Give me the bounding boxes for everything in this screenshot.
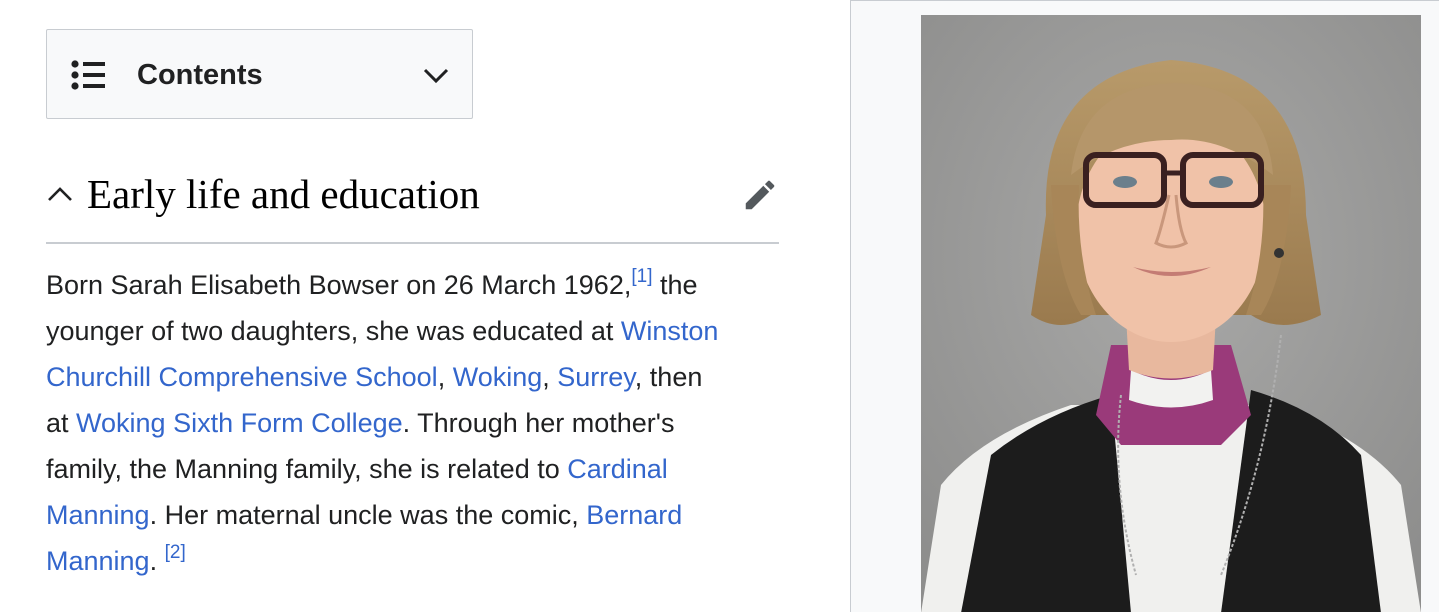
article-page: Contents Early life and education Born S…	[0, 0, 1439, 612]
paragraph-line: Churchill Comprehensive School, Woking , …	[46, 354, 779, 400]
text: ,	[437, 362, 453, 392]
paragraph-line: Born Sarah Elisabeth Bowser on 26 March …	[46, 262, 779, 308]
link-surrey[interactable]: Surrey	[557, 362, 635, 392]
link-woking[interactable]: Woking	[453, 362, 543, 392]
text: the	[652, 270, 698, 300]
paragraph-line: family, the Manning family, she is relat…	[46, 446, 779, 492]
link-bernard-manning[interactable]: Manning	[46, 546, 150, 576]
paragraph-line: younger of two daughters, she was educat…	[46, 308, 779, 354]
contents-toggle-button[interactable]: Contents	[46, 29, 473, 119]
reference-link[interactable]: [1]	[631, 266, 652, 287]
chevron-up-icon[interactable]	[46, 184, 74, 206]
infobox	[850, 0, 1439, 612]
list-bullet-icon	[71, 60, 105, 90]
section-heading: Early life and education	[46, 166, 779, 244]
link-winston-churchill-school[interactable]: Churchill Comprehensive School	[46, 362, 438, 392]
text: . Through her mother's	[402, 408, 675, 438]
link-winston-churchill-school[interactable]: Winston	[621, 316, 719, 346]
reference-link[interactable]: [2]	[165, 542, 186, 563]
text: ,	[542, 362, 558, 392]
chevron-down-icon	[423, 68, 449, 84]
paragraph-line: at Woking Sixth Form College. Through he…	[46, 400, 779, 446]
text: family, the Manning family, she is relat…	[46, 454, 568, 484]
pencil-icon[interactable]	[741, 176, 779, 214]
paragraph-line: Manning. Her maternal uncle was the comi…	[46, 492, 779, 538]
link-bernard-manning[interactable]: Bernard	[586, 500, 682, 530]
section-title: Early life and education	[87, 171, 480, 217]
paragraph-line: Manning. [2]	[46, 538, 779, 584]
link-woking-sixth-form-college[interactable]: Woking Sixth Form College	[76, 408, 403, 438]
text: Born Sarah Elisabeth Bowser on 26 March …	[46, 270, 632, 300]
text: , then	[634, 362, 703, 392]
portrait-image[interactable]	[921, 15, 1421, 612]
section-paragraph: Born Sarah Elisabeth Bowser on 26 March …	[46, 262, 779, 584]
text: younger of two daughters, she was educat…	[46, 316, 621, 346]
contents-label: Contents	[137, 59, 263, 91]
text: at	[46, 408, 77, 438]
link-cardinal-manning[interactable]: Cardinal	[567, 454, 668, 484]
text: .	[149, 546, 165, 576]
link-cardinal-manning[interactable]: Manning	[46, 500, 150, 530]
text: . Her maternal uncle was the comic,	[149, 500, 587, 530]
